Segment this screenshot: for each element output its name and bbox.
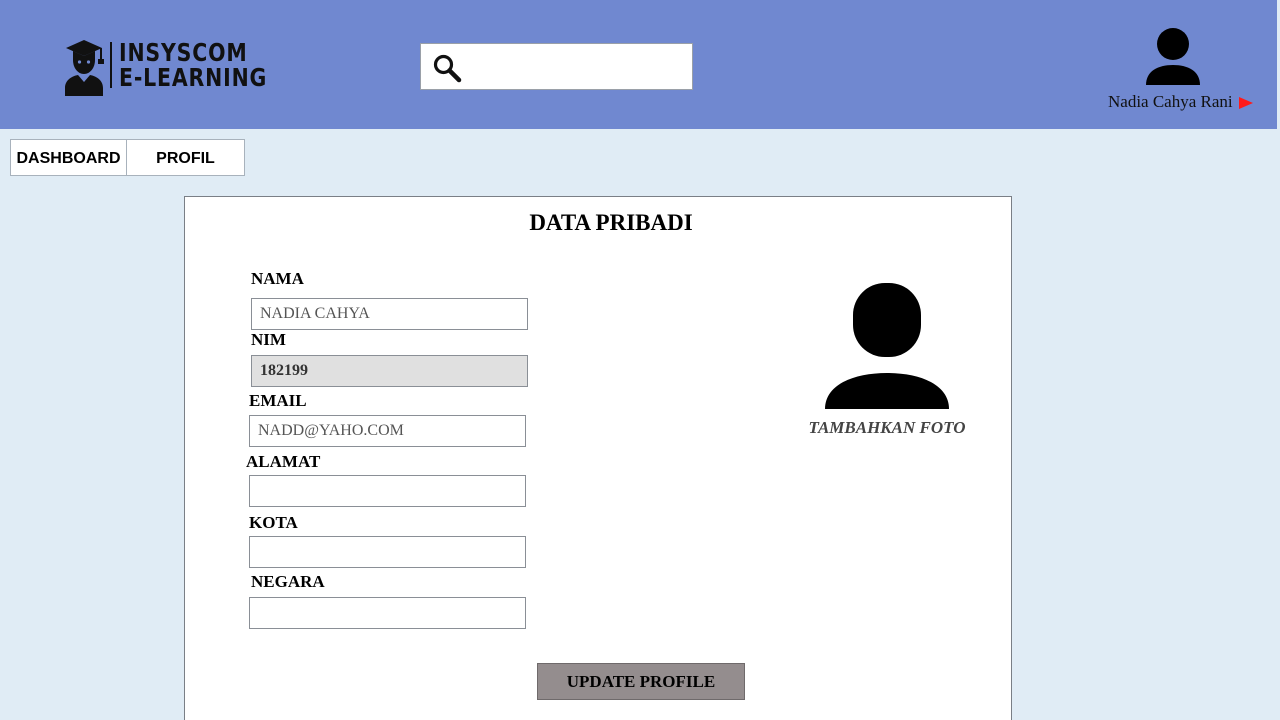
negara-label: NEGARA xyxy=(251,572,325,591)
brand-logo[interactable]: INSYSCOM E-LEARNING xyxy=(62,38,266,96)
brand-line-2: E-LEARNING xyxy=(119,63,268,92)
nav-tabs: DASHBOARD PROFIL xyxy=(10,139,245,176)
graduate-icon xyxy=(65,40,104,96)
user-name[interactable]: Nadia Cahya Rani xyxy=(1108,92,1233,112)
alamat-field[interactable] xyxy=(249,475,526,507)
search-box[interactable] xyxy=(420,43,693,90)
update-profile-button[interactable]: UPDATE PROFILE xyxy=(537,663,745,700)
card-title: DATA PRIBADI xyxy=(529,210,693,235)
alamat-label: ALAMAT xyxy=(246,452,321,471)
search-input[interactable] xyxy=(469,50,684,83)
brand-line-1: INSYSCOM xyxy=(119,38,248,67)
kota-label: KOTA xyxy=(249,513,298,532)
profile-card: DATA PRIBADI NAMA NIM EMAIL ALAMAT KOTA … xyxy=(184,196,1012,720)
nama-label: NAMA xyxy=(251,269,304,288)
nim-label: NIM xyxy=(251,330,286,349)
triangle-right-icon[interactable] xyxy=(1238,96,1254,110)
search-icon[interactable] xyxy=(432,53,462,83)
user-photo-icon[interactable] xyxy=(823,281,951,413)
tab-profil[interactable]: PROFIL xyxy=(127,139,245,176)
user-icon[interactable] xyxy=(1144,27,1202,85)
kota-field[interactable] xyxy=(249,536,526,568)
logo-divider xyxy=(110,42,112,88)
brand-name: INSYSCOM E-LEARNING xyxy=(119,40,267,90)
tab-dashboard[interactable]: DASHBOARD xyxy=(10,139,127,176)
add-photo-link[interactable]: TAMBAHKAN FOTO xyxy=(795,418,979,438)
negara-field[interactable] xyxy=(249,597,526,629)
header-bar: INSYSCOM E-LEARNING Nadia Cahya Rani xyxy=(0,0,1277,129)
email-field[interactable] xyxy=(249,415,526,447)
nama-field[interactable] xyxy=(251,298,528,330)
nim-field[interactable] xyxy=(251,355,528,387)
email-label: EMAIL xyxy=(249,391,307,410)
